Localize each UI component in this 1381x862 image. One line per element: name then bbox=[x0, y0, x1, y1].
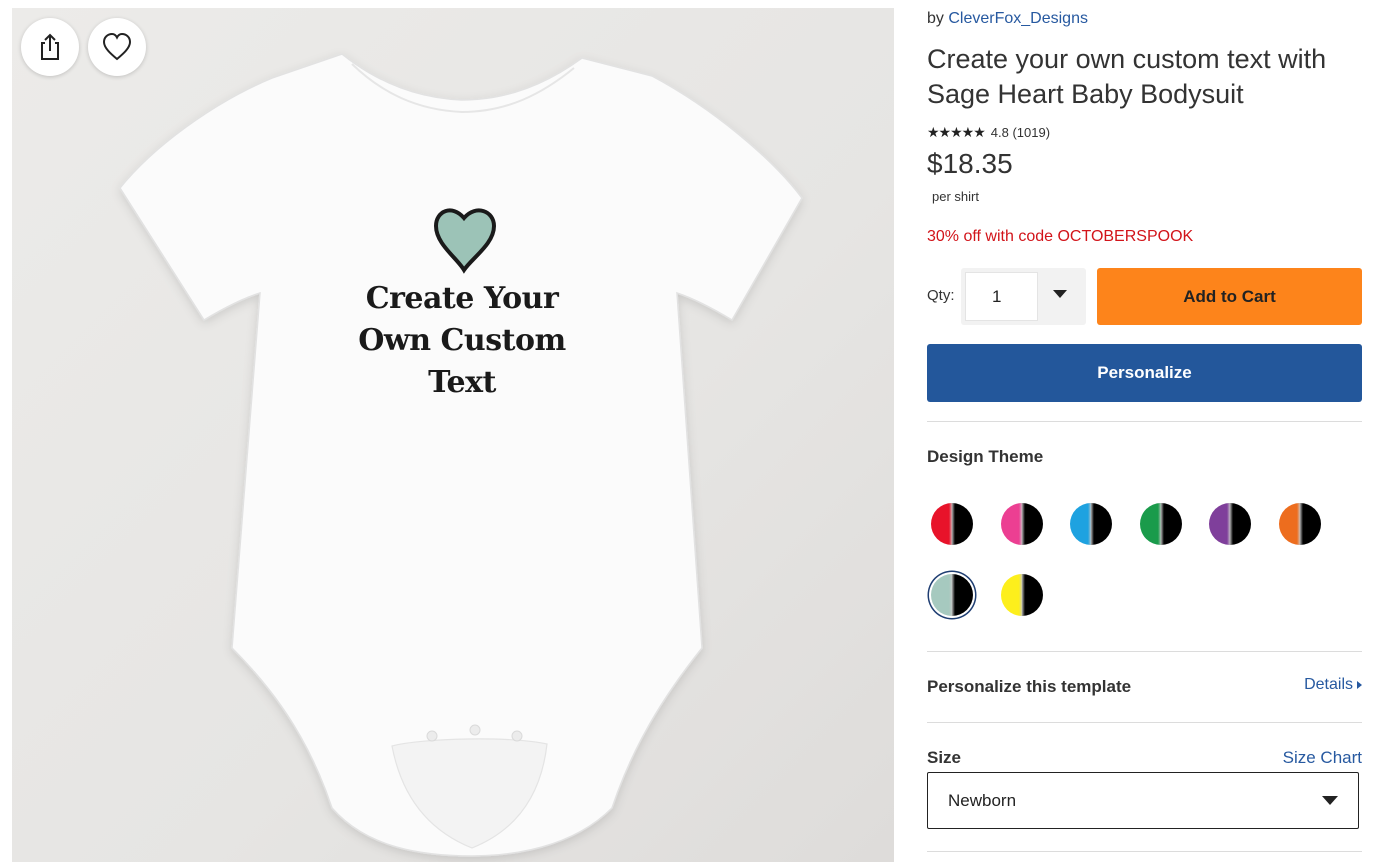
swatch-purple[interactable] bbox=[1207, 501, 1253, 547]
swatch-black-half bbox=[1022, 503, 1043, 545]
swatch-separator bbox=[949, 574, 955, 616]
swatch-separator bbox=[949, 503, 955, 545]
swatch-black-half bbox=[952, 574, 973, 616]
quantity-value[interactable]: 1 bbox=[965, 272, 1038, 321]
chevron-down-icon[interactable] bbox=[1053, 290, 1067, 298]
swatch-separator bbox=[1019, 503, 1025, 545]
swatch-orange[interactable] bbox=[1277, 501, 1323, 547]
snap-3 bbox=[511, 730, 523, 742]
swatch-separator bbox=[1227, 503, 1233, 545]
swatch-red[interactable] bbox=[929, 501, 975, 547]
snap-1 bbox=[426, 730, 438, 742]
swatch-black-half bbox=[1091, 503, 1112, 545]
star-rating-icon: ★★★★★ bbox=[927, 124, 986, 140]
add-to-cart-button[interactable]: Add to Cart bbox=[1097, 268, 1362, 325]
divider bbox=[927, 651, 1362, 652]
size-label: Size bbox=[927, 748, 962, 767]
swatch-blue[interactable] bbox=[1068, 501, 1114, 547]
divider bbox=[927, 851, 1362, 852]
swatch-green[interactable] bbox=[1138, 501, 1184, 547]
swatch-pink[interactable] bbox=[999, 501, 1045, 547]
favorite-button[interactable] bbox=[88, 18, 146, 76]
swatch-black-half bbox=[1230, 503, 1251, 545]
heart-outline-icon bbox=[102, 32, 132, 61]
product-page: Create Your Own Custom Text by CleverFox… bbox=[0, 0, 1381, 862]
rating-number: 4.8 bbox=[990, 125, 1009, 140]
swatch-black-half bbox=[1161, 503, 1182, 545]
details-label: Details bbox=[1304, 676, 1353, 693]
product-title: Create your own custom text with Sage He… bbox=[927, 44, 1327, 109]
bodysuit-illustration bbox=[119, 53, 803, 857]
divider bbox=[927, 421, 1362, 422]
designer-link[interactable]: CleverFox_Designs bbox=[948, 10, 1088, 27]
size-chart-link[interactable]: Size Chart bbox=[1283, 748, 1362, 768]
swatch-separator bbox=[1019, 574, 1025, 616]
divider bbox=[927, 722, 1362, 723]
swatch-sage[interactable] bbox=[929, 572, 975, 618]
swatch-black-half bbox=[1300, 503, 1321, 545]
price-unit: per shirt bbox=[932, 189, 979, 204]
designer-line: by CleverFox_Designs bbox=[927, 10, 1088, 28]
print-line-3: Text bbox=[428, 365, 496, 400]
swatch-separator bbox=[1297, 503, 1303, 545]
swatch-separator bbox=[1088, 503, 1094, 545]
swatch-separator bbox=[1158, 503, 1164, 545]
bodysuit-shape bbox=[119, 53, 803, 857]
swatch-black-half bbox=[1022, 574, 1043, 616]
print-line-1: Create Your bbox=[365, 281, 559, 316]
design-theme-label: Design Theme bbox=[927, 447, 1044, 466]
share-icon bbox=[41, 33, 59, 60]
share-button[interactable] bbox=[21, 18, 79, 76]
quantity-select[interactable]: 1 bbox=[961, 268, 1086, 325]
size-selected-value: Newborn bbox=[948, 791, 1017, 810]
size-select[interactable]: Newborn bbox=[927, 772, 1359, 829]
personalize-button[interactable]: Personalize bbox=[927, 344, 1362, 402]
personalize-template-label: Personalize this template bbox=[927, 677, 1132, 696]
by-prefix: by bbox=[927, 10, 944, 27]
quantity-row: Qty: 1 Add to Cart bbox=[927, 268, 1362, 325]
chevron-down-icon bbox=[1322, 796, 1338, 805]
price: $18.35 bbox=[927, 148, 1013, 179]
swatch-yellow[interactable] bbox=[999, 572, 1045, 618]
print-line-2: Own Custom bbox=[358, 323, 566, 358]
rating-value: 4.8 (1019) bbox=[991, 125, 1050, 140]
product-image[interactable]: Create Your Own Custom Text bbox=[12, 8, 894, 862]
qty-label: Qty: bbox=[927, 287, 955, 304]
details-link[interactable]: Details bbox=[1304, 676, 1362, 694]
rating-row[interactable]: ★★★★★ 4.8 (1019) bbox=[927, 124, 1050, 141]
promo-code-text: 30% off with code OCTOBERSPOOK bbox=[927, 228, 1194, 245]
review-count: (1019) bbox=[1012, 125, 1051, 140]
snap-2 bbox=[469, 724, 481, 736]
caret-right-icon bbox=[1357, 681, 1362, 689]
swatch-black-half bbox=[952, 503, 973, 545]
